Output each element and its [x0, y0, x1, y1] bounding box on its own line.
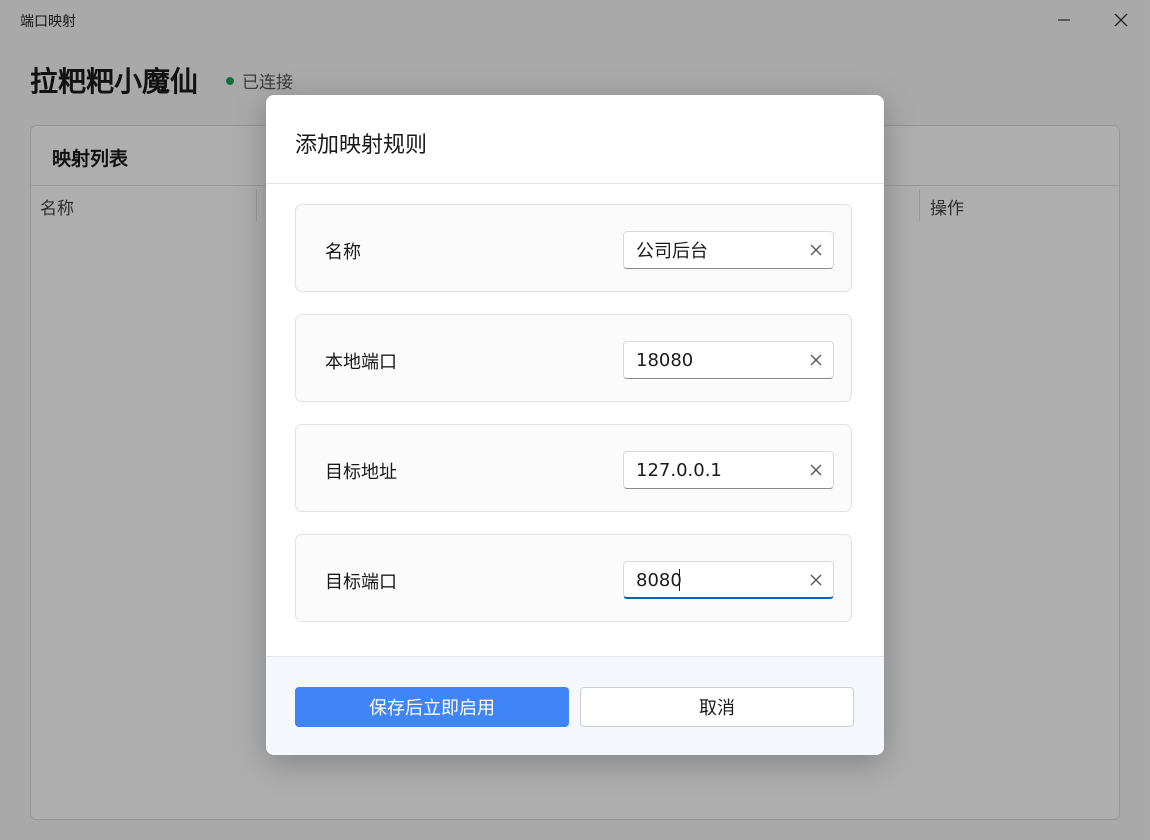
dialog-title: 添加映射规则: [295, 133, 428, 158]
field-row-name: 名称: [295, 204, 852, 292]
field-row-target-address: 目标地址: [295, 424, 852, 512]
field-label: 目标端口: [325, 572, 397, 593]
name-input-box[interactable]: [623, 231, 834, 269]
field-label: 目标地址: [325, 462, 397, 483]
dialog-header: 添加映射规则: [266, 95, 884, 184]
local-port-input-box[interactable]: [623, 341, 834, 379]
field-row-local-port: 本地端口: [295, 314, 852, 402]
field-label: 名称: [325, 242, 361, 263]
target-port-input-box[interactable]: [623, 561, 834, 599]
save-and-enable-button[interactable]: 保存后立即启用: [295, 687, 569, 727]
name-input[interactable]: [636, 232, 796, 268]
text-caret: [679, 569, 680, 591]
local-port-input[interactable]: [636, 342, 796, 378]
cancel-button[interactable]: 取消: [580, 687, 854, 727]
clear-icon[interactable]: [809, 353, 823, 367]
clear-icon[interactable]: [809, 573, 823, 587]
add-mapping-dialog: 添加映射规则 名称 本地端口 目标地址 目标端口 保存后立即启用 取消: [266, 95, 884, 755]
field-label: 本地端口: [325, 352, 397, 373]
target-port-input[interactable]: [636, 562, 796, 598]
target-address-input[interactable]: [636, 452, 796, 488]
dialog-footer: 保存后立即启用 取消: [266, 656, 884, 755]
field-row-target-port: 目标端口: [295, 534, 852, 622]
clear-icon[interactable]: [809, 463, 823, 477]
clear-icon[interactable]: [809, 243, 823, 257]
target-address-input-box[interactable]: [623, 451, 834, 489]
